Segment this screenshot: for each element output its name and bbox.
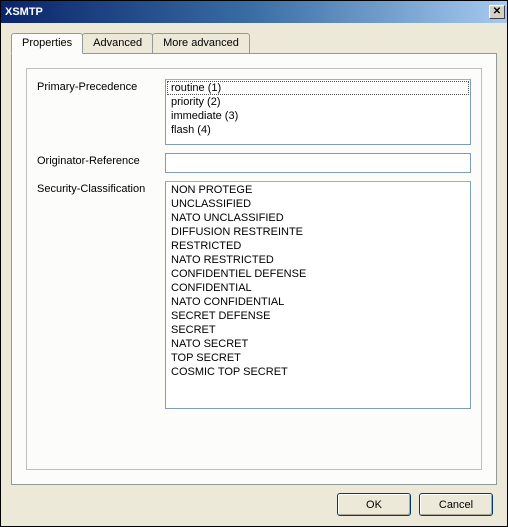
xsmtp-dialog: XSMTP ✕ Properties Advanced More advance…: [0, 0, 508, 527]
primary-precedence-listbox[interactable]: routine (1)priority (2)immediate (3)flas…: [165, 79, 471, 145]
list-item[interactable]: TOP SECRET: [167, 351, 469, 365]
list-item[interactable]: routine (1): [167, 81, 469, 95]
list-item[interactable]: NATO RESTRICTED: [167, 253, 469, 267]
control-primary-precedence: routine (1)priority (2)immediate (3)flas…: [165, 79, 471, 145]
properties-group: Primary-Precedence routine (1)priority (…: [26, 68, 482, 470]
list-item[interactable]: NON PROTEGE: [167, 183, 469, 197]
label-primary-precedence: Primary-Precedence: [37, 79, 165, 93]
security-classification-listbox[interactable]: NON PROTEGEUNCLASSIFIEDNATO UNCLASSIFIED…: [165, 181, 471, 409]
control-originator-reference: [165, 153, 471, 173]
list-item[interactable]: CONFIDENTIAL: [167, 281, 469, 295]
list-item[interactable]: priority (2): [167, 95, 469, 109]
close-icon: ✕: [493, 7, 501, 17]
client-area: Properties Advanced More advanced Primar…: [1, 23, 507, 526]
list-item[interactable]: SECRET DEFENSE: [167, 309, 469, 323]
tab-label: Advanced: [93, 37, 142, 49]
close-button[interactable]: ✕: [489, 5, 505, 19]
tab-properties[interactable]: Properties: [11, 33, 83, 54]
list-item[interactable]: CONFIDENTIEL DEFENSE: [167, 267, 469, 281]
row-originator-reference: Originator-Reference: [37, 153, 471, 173]
list-item[interactable]: immediate (3): [167, 109, 469, 123]
label-originator-reference: Originator-Reference: [37, 153, 165, 167]
row-security-classification: Security-Classification NON PROTEGEUNCLA…: [37, 181, 471, 409]
list-item[interactable]: NATO CONFIDENTIAL: [167, 295, 469, 309]
list-item[interactable]: RESTRICTED: [167, 239, 469, 253]
list-item[interactable]: SECRET: [167, 323, 469, 337]
list-item[interactable]: COSMIC TOP SECRET: [167, 365, 469, 379]
window-title: XSMTP: [5, 6, 43, 18]
tab-more-advanced[interactable]: More advanced: [152, 33, 250, 53]
cancel-button[interactable]: Cancel: [419, 493, 493, 516]
title-controls: ✕: [489, 5, 505, 19]
list-item[interactable]: flash (4): [167, 123, 469, 137]
tab-panel-properties: Primary-Precedence routine (1)priority (…: [11, 53, 497, 485]
dialog-button-row: OK Cancel: [11, 485, 497, 518]
originator-reference-input[interactable]: [165, 153, 471, 173]
tab-label: Properties: [22, 37, 72, 49]
tabstrip: Properties Advanced More advanced: [11, 33, 497, 53]
list-item[interactable]: NATO SECRET: [167, 337, 469, 351]
list-item[interactable]: NATO UNCLASSIFIED: [167, 211, 469, 225]
control-security-classification: NON PROTEGEUNCLASSIFIEDNATO UNCLASSIFIED…: [165, 181, 471, 409]
tab-label: More advanced: [163, 37, 239, 49]
row-primary-precedence: Primary-Precedence routine (1)priority (…: [37, 79, 471, 145]
ok-button[interactable]: OK: [337, 493, 411, 516]
titlebar: XSMTP ✕: [1, 1, 507, 23]
list-item[interactable]: UNCLASSIFIED: [167, 197, 469, 211]
list-item[interactable]: DIFFUSION RESTREINTE: [167, 225, 469, 239]
tab-advanced[interactable]: Advanced: [82, 33, 153, 53]
label-security-classification: Security-Classification: [37, 181, 165, 195]
